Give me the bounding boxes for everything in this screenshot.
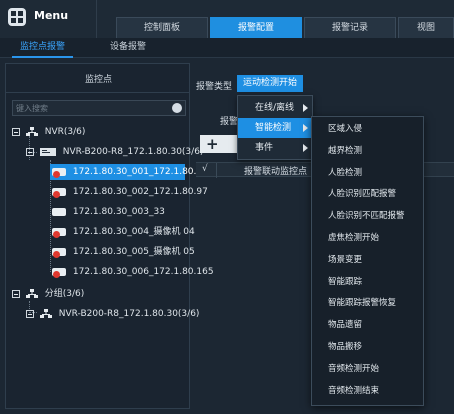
tab-alarm-records[interactable]: 报警记录 — [304, 17, 396, 38]
tree-node-label: 172.1.80.30_001_172.1.80.42 — [72, 167, 208, 177]
chevron-right-icon — [303, 144, 308, 152]
menu-label[interactable]: Menu — [34, 9, 68, 22]
menu-grid-icon[interactable] — [8, 8, 26, 26]
alarm-label: 报警 — [220, 117, 239, 127]
tree-node-group-device[interactable]: NVR-B200-R8_172.1.80.30(3/6) — [26, 306, 199, 322]
search-box — [12, 100, 186, 116]
tree-node-camera[interactable]: 172.1.80.30_003_33 — [52, 204, 165, 220]
menu-item-audio-end[interactable]: 音频检测结束 — [312, 382, 423, 400]
error-icon — [53, 170, 60, 178]
error-icon — [53, 270, 60, 278]
alarm-category-menu: 在线/离线 智能检测 事件 — [237, 95, 313, 160]
menu-item-area-intrusion[interactable]: 区域入侵 — [312, 120, 423, 138]
error-icon — [53, 250, 60, 258]
camera-icon — [52, 247, 66, 258]
camera-tree-panel: 监控点 NVR(3/6) — [5, 63, 214, 409]
menu-item-face-mismatch-alarm[interactable]: 人脸识别不匹配报警 — [312, 207, 423, 225]
topbar-divider — [96, 0, 97, 38]
tree-node-nvr[interactable]: NVR(3/6) — [12, 124, 85, 140]
collapse-icon[interactable] — [26, 147, 34, 156]
collapse-icon[interactable] — [12, 127, 20, 136]
chevron-right-icon — [303, 104, 308, 112]
menu-item-face-match-alarm[interactable]: 人脸识别匹配报警 — [312, 185, 423, 203]
menu-item-face-detection[interactable]: 人脸检测 — [312, 164, 423, 182]
menu-item-smart-detection[interactable]: 智能检测 — [238, 118, 312, 138]
menu-item-scene-change[interactable]: 场景变更 — [312, 251, 423, 269]
column-divider — [216, 163, 217, 178]
camera-icon — [52, 207, 66, 216]
error-icon — [53, 190, 60, 198]
error-icon — [53, 230, 60, 238]
tree-node-label: NVR(3/6) — [44, 127, 86, 137]
tab-control-panel[interactable]: 控制面板 — [116, 17, 208, 38]
menu-item-audio-start[interactable]: 音频检测开始 — [312, 360, 423, 378]
tree-node-label: 分组(3/6) — [44, 289, 85, 299]
network-tree-icon — [25, 288, 38, 298]
plus-icon: + — [206, 135, 219, 153]
tree-node-camera[interactable]: 172.1.80.30_006_172.1.80.165 — [52, 264, 214, 280]
tree-node-label: NVR-B200-R8_172.1.80.30(3/6) — [62, 147, 204, 157]
menu-item-object-removed[interactable]: 物品搬移 — [312, 338, 423, 356]
search-icon[interactable] — [172, 103, 182, 113]
tree-node-label: 172.1.80.30_003_33 — [72, 207, 165, 217]
expand-icon[interactable] — [26, 309, 34, 318]
column-header: 报警联动监控点 — [244, 167, 308, 177]
main-tabs: 控制面板 报警配置 报警记录 视图 — [100, 17, 454, 38]
tab-view[interactable]: 视图 — [398, 17, 454, 38]
subtab-camera-alarm[interactable]: 监控点报警 — [12, 38, 74, 58]
nvr-device-icon — [39, 147, 56, 156]
menu-item-tracking-recovery[interactable]: 智能跟踪报警恢复 — [312, 294, 423, 312]
menu-item-line-crossing[interactable]: 越界检测 — [312, 142, 423, 160]
tab-alarm-config[interactable]: 报警配置 — [210, 17, 302, 38]
alarm-type-select[interactable]: 运动检测开始 — [237, 75, 304, 92]
menu-item-label: 事件 — [255, 143, 274, 153]
smart-detection-submenu: 区域入侵 越界检测 人脸检测 人脸识别匹配报警 人脸识别不匹配报警 虚焦检测开始… — [311, 116, 424, 406]
camera-icon — [52, 187, 66, 198]
menu-item-object-left[interactable]: 物品遗留 — [312, 316, 423, 334]
alarm-type-label: 报警类型 — [196, 82, 233, 92]
top-bar: Menu 控制面板 报警配置 报警记录 视图 — [0, 0, 454, 38]
menu-item-smart-tracking[interactable]: 智能跟踪 — [312, 273, 423, 291]
select-all-checkbox[interactable]: √ — [202, 164, 208, 174]
tree-node-device[interactable]: NVR-B200-R8_172.1.80.30(3/6) — [26, 144, 203, 160]
network-tree-icon — [39, 308, 52, 318]
network-tree-icon — [25, 126, 38, 136]
menu-item-defocus-start[interactable]: 虚焦检测开始 — [312, 229, 423, 247]
collapse-icon[interactable] — [12, 289, 20, 298]
search-input[interactable] — [16, 102, 166, 115]
tree-node-label: 172.1.80.30_004_摄像机 04 — [72, 227, 195, 237]
app-window: Menu 控制面板 报警配置 报警记录 视图 监控点报警 设备报警 监控点 键入… — [0, 0, 454, 414]
tree-node-camera[interactable]: 172.1.80.30_001_172.1.80.42 — [50, 164, 208, 180]
tree-node-label: 172.1.80.30_005_摄像机 05 — [72, 247, 195, 257]
tree-node-camera[interactable]: 172.1.80.30_004_摄像机 04 — [52, 224, 195, 240]
sub-tab-bar: 监控点报警 设备报警 — [0, 38, 454, 58]
menu-item-label: 在线/离线 — [255, 103, 295, 113]
tree-node-group[interactable]: 分组(3/6) — [12, 286, 84, 302]
camera-icon — [52, 167, 66, 178]
camera-icon — [52, 227, 66, 238]
tree-node-label: 172.1.80.30_002_172.1.80.97 — [72, 187, 208, 197]
camera-icon — [52, 267, 66, 278]
menu-item-online-offline[interactable]: 在线/离线 — [238, 98, 312, 118]
add-button[interactable]: + — [200, 135, 242, 153]
chevron-right-icon — [303, 124, 308, 132]
tree-node-camera[interactable]: 172.1.80.30_005_摄像机 05 — [52, 244, 195, 260]
divider — [6, 92, 189, 93]
tree-node-label: NVR-B200-R8_172.1.80.30(3/6) — [58, 309, 200, 319]
menu-item-event[interactable]: 事件 — [238, 138, 312, 158]
panel-title: 监控点 — [84, 75, 112, 85]
tree-node-camera[interactable]: 172.1.80.30_002_172.1.80.97 — [52, 184, 208, 200]
subtab-device-alarm[interactable]: 设备报警 — [102, 38, 154, 58]
menu-item-label: 智能检测 — [255, 123, 292, 133]
